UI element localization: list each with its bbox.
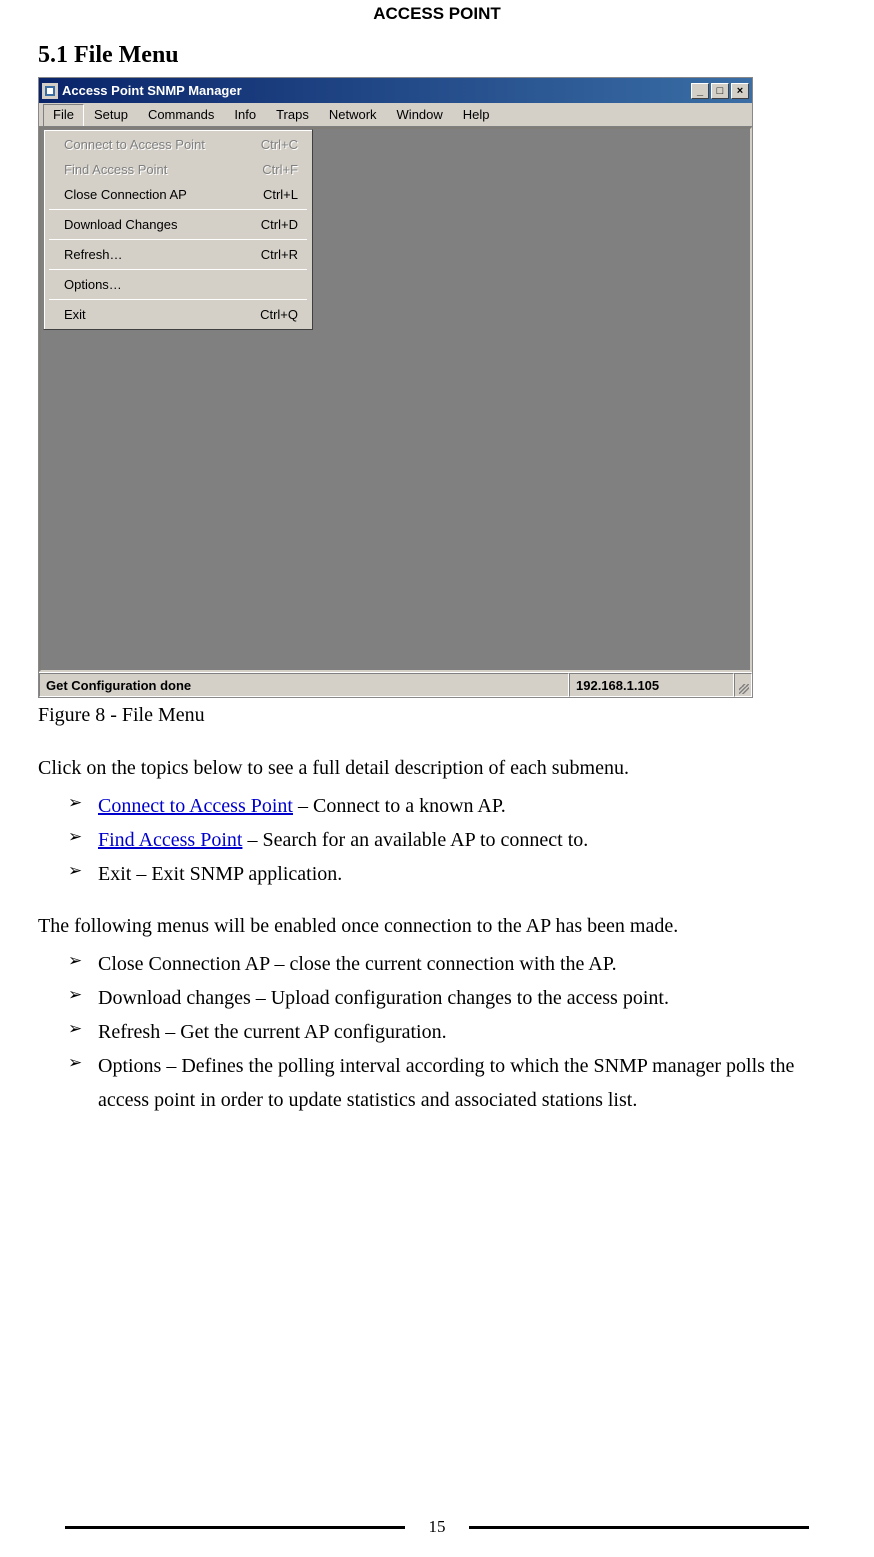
menu-item-connect: Connect to Access Point Ctrl+C bbox=[46, 132, 310, 157]
list-item-text: – Connect to a known AP. bbox=[293, 795, 506, 817]
footer-rule-right bbox=[469, 1526, 809, 1529]
menu-item-find: Find Access Point Ctrl+F bbox=[46, 157, 310, 182]
paragraph: The following menus will be enabled once… bbox=[38, 909, 836, 943]
resize-grip-icon[interactable] bbox=[734, 673, 752, 697]
maximize-button[interactable]: □ bbox=[711, 83, 729, 99]
menu-item-accel: Ctrl+D bbox=[261, 217, 298, 232]
app-icon bbox=[42, 83, 58, 99]
page-number: 15 bbox=[425, 1517, 449, 1537]
titlebar: Access Point SNMP Manager _ □ × bbox=[39, 78, 752, 103]
menu-item-label: Exit bbox=[64, 307, 86, 322]
menu-commands[interactable]: Commands bbox=[138, 104, 224, 125]
menu-item-close-connection[interactable]: Close Connection AP Ctrl+L bbox=[46, 182, 310, 207]
menu-separator bbox=[49, 239, 307, 240]
list-item: Connect to Access Point – Connect to a k… bbox=[78, 789, 836, 823]
close-button[interactable]: × bbox=[731, 83, 749, 99]
menu-traps[interactable]: Traps bbox=[266, 104, 319, 125]
section-heading: 5.1 File Menu bbox=[38, 42, 836, 69]
menu-window[interactable]: Window bbox=[387, 104, 453, 125]
menu-item-label: Close Connection AP bbox=[64, 187, 187, 202]
menu-item-accel: Ctrl+L bbox=[263, 187, 298, 202]
menu-info[interactable]: Info bbox=[224, 104, 266, 125]
menu-network[interactable]: Network bbox=[319, 104, 387, 125]
menu-item-accel: Ctrl+F bbox=[262, 162, 298, 177]
app-window: Access Point SNMP Manager _ □ × File Set… bbox=[38, 77, 753, 698]
list-item: Download changes – Upload configuration … bbox=[78, 981, 836, 1015]
figure-caption: Figure 8 - File Menu bbox=[38, 704, 836, 727]
file-dropdown-menu: Connect to Access Point Ctrl+C Find Acce… bbox=[43, 129, 313, 330]
status-message: Get Configuration done bbox=[39, 673, 569, 697]
list-item-text: – Search for an available AP to connect … bbox=[242, 829, 588, 851]
menu-item-accel: Ctrl+Q bbox=[260, 307, 298, 322]
menu-item-accel: Ctrl+R bbox=[261, 247, 298, 262]
footer-rule-left bbox=[65, 1526, 405, 1529]
menu-file[interactable]: File bbox=[43, 104, 84, 126]
menu-item-label: Connect to Access Point bbox=[64, 137, 205, 152]
list-item: Find Access Point – Search for an availa… bbox=[78, 823, 836, 857]
list-item: Close Connection AP – close the current … bbox=[78, 947, 836, 981]
menu-separator bbox=[49, 299, 307, 300]
menu-item-label: Refresh… bbox=[64, 247, 123, 262]
menu-item-download-changes[interactable]: Download Changes Ctrl+D bbox=[46, 212, 310, 237]
menu-item-exit[interactable]: Exit Ctrl+Q bbox=[46, 302, 310, 327]
body-text: Click on the topics below to see a full … bbox=[38, 751, 836, 1117]
menu-item-options[interactable]: Options… bbox=[46, 272, 310, 297]
paragraph: Click on the topics below to see a full … bbox=[38, 751, 836, 785]
status-ip: 192.168.1.105 bbox=[569, 673, 734, 697]
menu-help[interactable]: Help bbox=[453, 104, 500, 125]
menu-item-accel: Ctrl+C bbox=[261, 137, 298, 152]
titlebar-buttons: _ □ × bbox=[691, 83, 749, 99]
menu-item-label: Options… bbox=[64, 277, 122, 292]
menubar: File Setup Commands Info Traps Network W… bbox=[39, 103, 752, 127]
menu-separator bbox=[49, 269, 307, 270]
menu-item-label: Find Access Point bbox=[64, 162, 167, 177]
statusbar: Get Configuration done 192.168.1.105 bbox=[39, 672, 752, 697]
bullet-list: Close Connection AP – close the current … bbox=[38, 947, 836, 1117]
document-header: ACCESS POINT bbox=[38, 4, 836, 24]
client-area: Connect to Access Point Ctrl+C Find Acce… bbox=[39, 127, 752, 672]
list-item: Refresh – Get the current AP configurati… bbox=[78, 1015, 836, 1049]
footer: 15 bbox=[0, 1517, 874, 1537]
list-item: Options – Defines the polling interval a… bbox=[78, 1049, 836, 1117]
bullet-list: Connect to Access Point – Connect to a k… bbox=[38, 789, 836, 891]
window-title: Access Point SNMP Manager bbox=[62, 83, 691, 98]
menu-item-label: Download Changes bbox=[64, 217, 177, 232]
list-item: Exit – Exit SNMP application. bbox=[78, 857, 836, 891]
link-connect-ap[interactable]: Connect to Access Point bbox=[98, 795, 293, 817]
menu-separator bbox=[49, 209, 307, 210]
link-find-ap[interactable]: Find Access Point bbox=[98, 829, 242, 851]
minimize-button[interactable]: _ bbox=[691, 83, 709, 99]
menu-item-refresh[interactable]: Refresh… Ctrl+R bbox=[46, 242, 310, 267]
menu-setup[interactable]: Setup bbox=[84, 104, 138, 125]
